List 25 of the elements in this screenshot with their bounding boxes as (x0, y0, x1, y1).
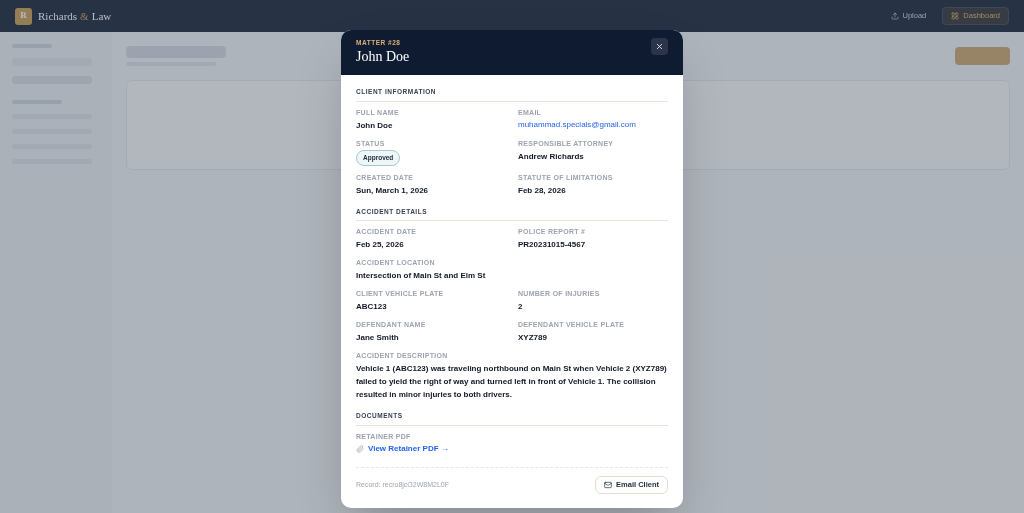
dialog-title: John Doe (356, 47, 410, 66)
paperclip-icon (356, 445, 364, 453)
view-pdf-link[interactable]: View Retainer PDF → (368, 443, 449, 455)
field-value: Jane Smith (356, 332, 400, 345)
mail-icon (604, 481, 613, 489)
close-icon (655, 42, 664, 51)
field-value: PR20231015-4567 (518, 239, 587, 252)
field-value: Andrew Richards (518, 150, 585, 163)
field-value: Feb 25, 2026 (356, 239, 405, 252)
brand-name: Law (91, 8, 112, 24)
grid-icon (951, 12, 960, 20)
brand-name: Richards (38, 8, 78, 24)
field-value: John Doe (356, 119, 394, 132)
field-value: Intersection of Main St and Elm St (356, 270, 487, 283)
field-value: Feb 28, 2026 (518, 184, 567, 197)
upload-icon (890, 12, 899, 20)
field-value: XYZ789 (518, 332, 548, 345)
field-value: ABC123 (356, 301, 388, 314)
close-button[interactable] (651, 38, 668, 55)
field-value: Vehicle 1 (ABC123) was traveling northbound on Main St when Vehicle 2 (XYZ789) failed to yield the right of way and turned left in front of Vehicle 1. The collision resulted in minor injuries to both drivers. (356, 363, 668, 402)
field-value: Sun, March 1, 2026 (356, 184, 430, 197)
email-link[interactable]: muhammad.specials@gmail.com (518, 118, 668, 131)
logo-badge: R (15, 7, 32, 25)
field-value: 2 (518, 301, 524, 314)
brand-ampersand: & (80, 8, 89, 24)
